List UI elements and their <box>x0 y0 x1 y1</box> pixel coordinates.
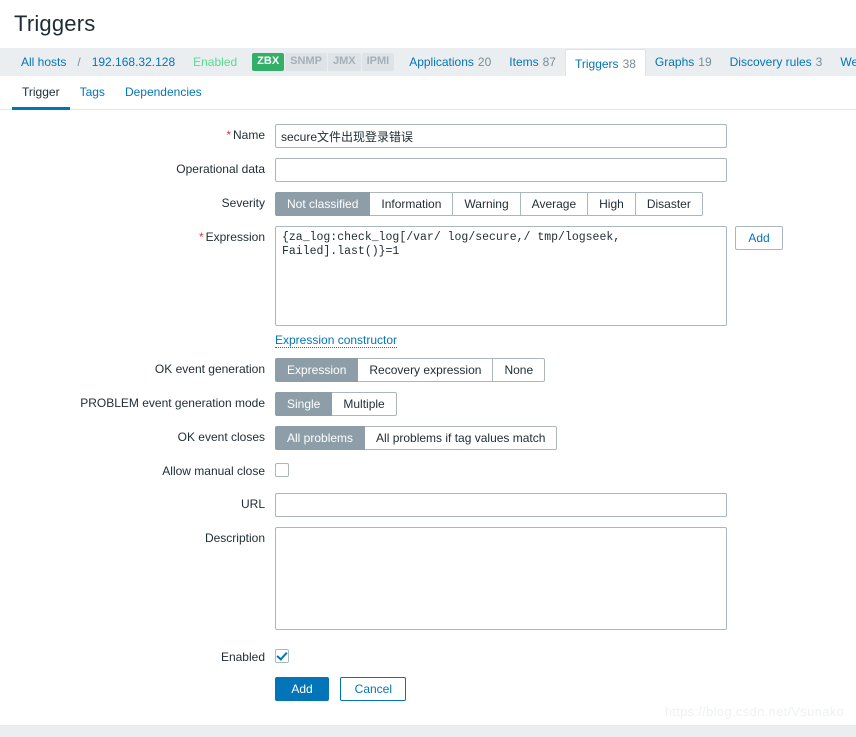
required-marker-name: * <box>226 128 231 142</box>
operational-data-input[interactable] <box>275 158 727 182</box>
name-input[interactable] <box>275 124 727 148</box>
problem-event-generation-mode-segmented-control: Single Multiple <box>275 392 397 416</box>
expression-constructor-link[interactable]: Expression constructor <box>275 333 398 348</box>
page-header: Triggers <box>0 0 856 48</box>
severity-option-disaster[interactable]: Disaster <box>635 192 703 216</box>
interface-badge-snmp: SNMP <box>285 53 327 71</box>
url-input[interactable] <box>275 493 727 517</box>
label-ok-event-closes: OK event closes <box>177 430 265 444</box>
interface-badge-ipmi: IPMI <box>361 53 395 71</box>
breadcrumb-all-hosts[interactable]: All hosts <box>12 48 75 76</box>
ok-event-closes-option-all-problems-if-tag-values-match[interactable]: All problems if tag values match <box>365 426 558 450</box>
ok-event-closes-segmented-control: All problems All problems if tag values … <box>275 426 558 450</box>
tab-tags[interactable]: Tags <box>70 76 115 110</box>
breadcrumb-link-discovery-rules-count: 3 <box>815 55 823 69</box>
severity-option-high[interactable]: High <box>588 192 636 216</box>
cancel-button[interactable]: Cancel <box>340 677 407 701</box>
breadcrumb-link-graphs[interactable]: Graphs 19 <box>646 48 721 76</box>
label-expression-text: Expression <box>205 230 265 244</box>
footer-strip <box>0 725 856 737</box>
breadcrumb-link-applications-label: Applications <box>409 55 474 69</box>
interface-badge-jmx: JMX <box>327 53 361 71</box>
problem-event-generation-mode-option-multiple[interactable]: Multiple <box>332 392 397 416</box>
allow-manual-close-checkbox[interactable] <box>275 463 289 477</box>
severity-option-information[interactable]: Information <box>370 192 454 216</box>
field-row-ok-event-generation: OK event generation Expression Recovery … <box>0 358 856 382</box>
ok-event-generation-option-expression[interactable]: Expression <box>275 358 359 382</box>
field-row-operational-data: Operational data <box>0 158 856 182</box>
breadcrumb-separator: / <box>77 55 81 69</box>
interface-badges: ZBX SNMP JMX IPMI <box>246 48 400 76</box>
breadcrumb-link-items-count: 87 <box>542 55 556 69</box>
breadcrumb: All hosts / 192.168.32.128 Enabled ZBX S… <box>0 48 856 76</box>
label-ok-event-generation: OK event generation <box>154 362 265 376</box>
field-row-ok-event-closes: OK event closes All problems All problem… <box>0 426 856 450</box>
ok-event-generation-option-none[interactable]: None <box>493 358 546 382</box>
tab-bar: Trigger Tags Dependencies <box>0 76 856 110</box>
description-textarea[interactable] <box>275 527 727 630</box>
severity-option-warning[interactable]: Warning <box>453 192 521 216</box>
field-row-allow-manual-close: Allow manual close <box>0 460 856 479</box>
breadcrumb-link-web-scenarios-label: Web s <box>840 55 856 69</box>
label-allow-manual-close: Allow manual close <box>162 464 265 478</box>
label-description: Description <box>204 531 265 545</box>
breadcrumb-link-graphs-count: 19 <box>698 55 712 69</box>
breadcrumb-link-applications[interactable]: Applications 20 <box>400 48 500 76</box>
label-expression: * Expression <box>0 226 275 245</box>
severity-option-not-classified[interactable]: Not classified <box>275 192 371 216</box>
breadcrumb-link-triggers-label: Triggers <box>574 56 619 71</box>
page-title: Triggers <box>14 11 96 36</box>
label-url: URL <box>240 497 265 511</box>
tab-dependencies[interactable]: Dependencies <box>115 76 212 110</box>
host-status: Enabled <box>193 55 238 69</box>
label-problem-event-generation-mode: PROBLEM event generation mode <box>80 396 265 410</box>
field-row-problem-event-generation-mode: PROBLEM event generation mode Single Mul… <box>0 392 856 416</box>
required-marker-expression: * <box>198 230 204 244</box>
problem-event-generation-mode-option-single[interactable]: Single <box>275 392 333 416</box>
breadcrumb-link-items-label: Items <box>509 55 539 69</box>
expression-textarea[interactable] <box>275 226 727 326</box>
breadcrumb-link-triggers-count: 38 <box>622 56 636 71</box>
label-operational-data: Operational data <box>176 162 265 176</box>
ok-event-generation-option-recovery-expression[interactable]: Recovery expression <box>358 358 494 382</box>
submit-add-button[interactable]: Add <box>275 677 329 701</box>
severity-option-average[interactable]: Average <box>520 192 589 216</box>
tab-trigger[interactable]: Trigger <box>12 76 70 110</box>
breadcrumb-link-discovery-rules-label: Discovery rules <box>729 55 812 69</box>
field-row-severity: Severity Not classified Information Warn… <box>0 192 856 216</box>
breadcrumb-link-graphs-label: Graphs <box>654 55 695 69</box>
enabled-checkbox[interactable] <box>275 649 289 663</box>
label-name-text: Name <box>232 128 265 142</box>
label-enabled: Enabled <box>220 650 265 664</box>
field-row-name: * Name <box>0 124 856 148</box>
label-severity: Severity <box>221 196 265 210</box>
breadcrumb-host[interactable]: 192.168.32.128 <box>83 48 184 76</box>
form-actions-spacer <box>0 677 275 681</box>
breadcrumb-link-web-scenarios[interactable]: Web s <box>831 48 856 76</box>
field-row-enabled: Enabled <box>0 646 856 665</box>
expression-row: Add <box>275 226 856 326</box>
breadcrumb-link-triggers[interactable]: Triggers 38 <box>564 49 646 76</box>
label-name: * Name <box>0 124 275 143</box>
field-row-expression: *Expression Add Expression constructor <box>0 226 856 348</box>
watermark: https://blog.csdn.net/Vsunako <box>664 704 844 719</box>
field-row-description: Description <box>0 527 856 630</box>
expression-add-button[interactable]: Add <box>735 226 783 250</box>
ok-event-generation-segmented-control: Expression Recovery expression None <box>275 358 546 382</box>
breadcrumb-link-items[interactable]: Items 87 <box>500 48 565 76</box>
trigger-form: *Name Operational data Severity Not clas… <box>0 110 856 701</box>
form-actions-row: Add Cancel <box>0 677 856 701</box>
interface-badge-zbx: ZBX <box>252 53 285 71</box>
breadcrumb-link-discovery-rules[interactable]: Discovery rules 3 <box>721 48 832 76</box>
field-row-url: URL <box>0 493 856 517</box>
ok-event-closes-option-all-problems[interactable]: All problems <box>275 426 366 450</box>
severity-segmented-control: Not classified Information Warning Avera… <box>275 192 703 216</box>
breadcrumb-link-applications-count: 20 <box>477 55 492 69</box>
